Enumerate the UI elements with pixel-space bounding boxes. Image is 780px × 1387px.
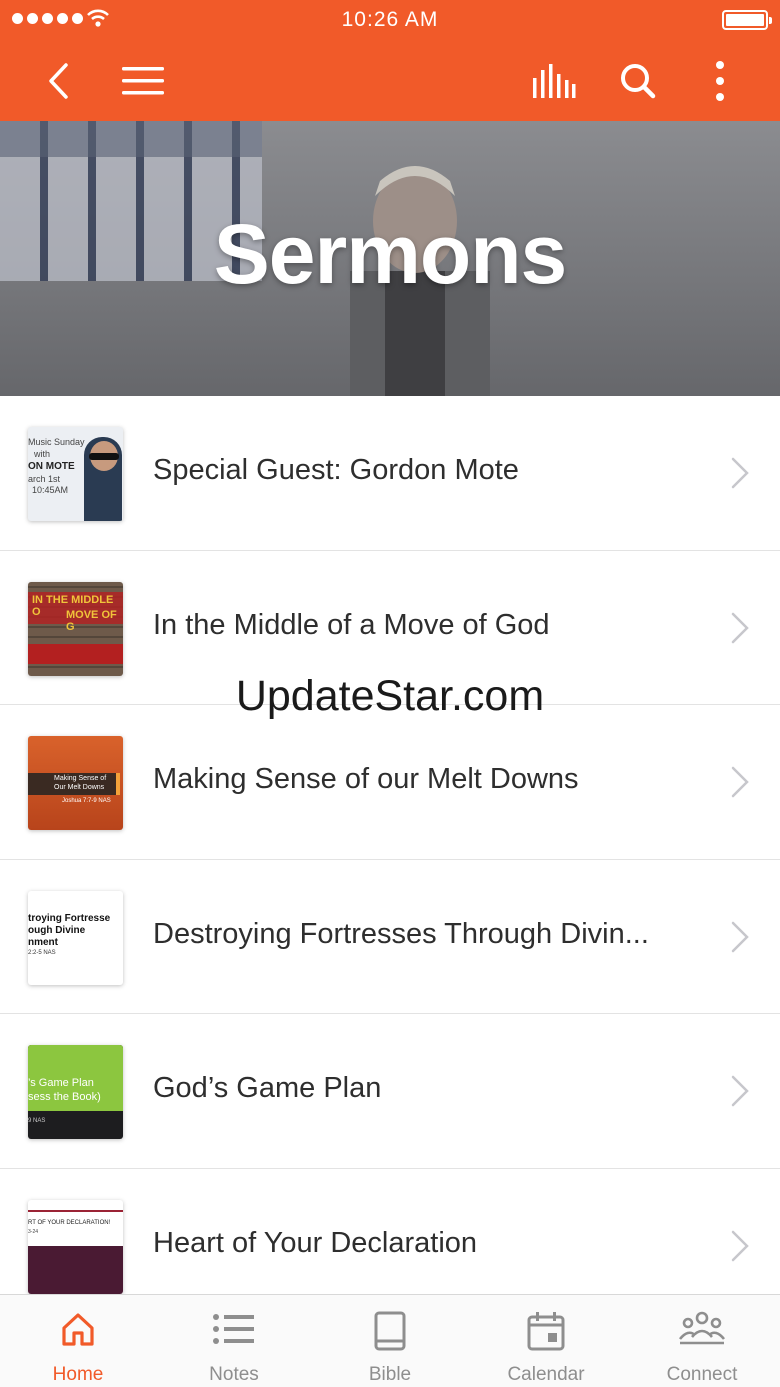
sermon-thumbnail: Music Sunday with ON MOTE arch 1st 10:45…: [28, 427, 123, 521]
list-icon: [213, 1314, 254, 1344]
book-icon: [374, 1311, 406, 1351]
sermon-title: Heart of Your Declaration: [153, 1226, 478, 1259]
audio-bars-icon: [533, 63, 576, 98]
sermon-list-item[interactable]: ’s Game Plan sess the Book) 9 NAS God’s …: [0, 1014, 780, 1169]
chevron-right-icon: [731, 457, 749, 489]
back-chevron-icon: [49, 62, 68, 99]
tab-connect[interactable]: Connect: [624, 1295, 780, 1387]
tab-notes[interactable]: Notes: [156, 1295, 312, 1387]
sermon-thumbnail: IN THE MIDDLE O MOVE OF G: [28, 581, 123, 676]
battery-icon: [722, 10, 772, 30]
bottom-tab-bar: Home Notes Bible Calendar Connect: [0, 1294, 780, 1387]
more-vertical-icon: [716, 60, 724, 101]
tab-label: Home: [52, 1364, 104, 1385]
sermon-list-item[interactable]: troying Fortresse ough Divine nment 2:2-…: [0, 860, 780, 1014]
sermon-thumbnail: RT OF YOUR DECLARATION! 3-24: [28, 1199, 123, 1294]
hamburger-menu-icon: [122, 66, 164, 94]
search-button[interactable]: [610, 40, 666, 121]
sermon-list: Music Sunday with ON MOTE arch 1st 10:45…: [0, 396, 780, 1323]
chevron-right-icon: [731, 612, 749, 643]
tab-label: Bible: [368, 1364, 412, 1385]
tab-home[interactable]: Home: [0, 1295, 156, 1387]
chevron-right-icon: [731, 1230, 749, 1261]
tab-label: Calendar: [507, 1364, 585, 1385]
search-icon: [621, 63, 656, 98]
tab-label: Connect: [666, 1364, 738, 1385]
sermon-thumbnail: troying Fortresse ough Divine nment 2:2-…: [28, 890, 123, 985]
chevron-right-icon: [731, 1075, 749, 1107]
sermon-title: God’s Game Plan: [153, 1072, 382, 1104]
sermon-title: Special Guest: Gordon Mote: [153, 454, 519, 486]
people-icon: [678, 1311, 726, 1345]
hero-banner: Sermons: [0, 121, 780, 396]
tab-calendar[interactable]: Calendar: [468, 1295, 624, 1387]
sermon-title: In the Middle of a Move of God: [153, 608, 550, 641]
status-bar: 10:26 AM: [0, 0, 780, 40]
sermon-list-item[interactable]: Music Sunday with ON MOTE arch 1st 10:45…: [0, 396, 780, 551]
status-time: 10:26 AM: [341, 8, 439, 31]
sermon-title: Making Sense of our Melt Downs: [153, 763, 579, 795]
chevron-right-icon: [731, 766, 749, 798]
hero-title: Sermons: [213, 207, 567, 301]
sermon-list-item[interactable]: Making Sense of Our Melt Downs Joshua 7:…: [0, 705, 780, 860]
audio-button[interactable]: [525, 40, 583, 121]
chevron-right-icon: [731, 921, 749, 952]
tab-bible[interactable]: Bible: [312, 1295, 468, 1387]
menu-button[interactable]: [112, 40, 174, 121]
tab-label: Notes: [209, 1364, 259, 1385]
watermark-text: UpdateStar.com: [235, 672, 545, 720]
calendar-icon: [527, 1312, 565, 1351]
sermon-title: Destroying Fortresses Through Divin...: [153, 917, 649, 950]
back-button[interactable]: [30, 40, 86, 121]
top-nav-bar: [0, 40, 780, 121]
more-options-button[interactable]: [700, 40, 740, 121]
home-icon: [62, 1313, 94, 1346]
sermon-thumbnail: ’s Game Plan sess the Book) 9 NAS: [28, 1045, 123, 1139]
sermon-thumbnail: Making Sense of Our Melt Downs Joshua 7:…: [28, 736, 123, 830]
